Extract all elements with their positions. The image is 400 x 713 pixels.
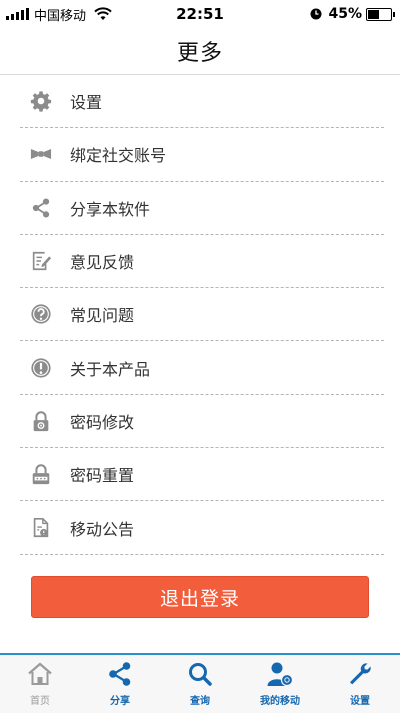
menu-item-settings[interactable]: 设置: [20, 75, 384, 129]
tab-share[interactable]: 分享: [80, 655, 160, 713]
logout-button[interactable]: 退出登录: [31, 576, 369, 618]
tab-my-mobile[interactable]: 我的移动: [240, 655, 320, 713]
user-icon: [267, 662, 293, 687]
tab-label-share: 分享: [110, 696, 130, 707]
menu-label-reset-password: 密码重置: [70, 466, 135, 486]
tab-bar: 首页 分享 查询 我的移动 设置: [0, 653, 400, 713]
home-icon: [28, 662, 52, 685]
share-icon: [109, 662, 131, 686]
wrench-icon: [350, 663, 371, 685]
menu-label-bind-social: 绑定社交账号: [70, 146, 167, 166]
clock-icon: [310, 8, 322, 20]
tab-home[interactable]: 首页: [0, 655, 80, 713]
announcement-doc-icon: [33, 517, 49, 537]
nav-bar: 更多: [0, 28, 400, 75]
tab-label-settings: 设置: [350, 696, 370, 707]
menu-label-share-app: 分享本软件: [70, 199, 151, 219]
question-circle-icon: [31, 304, 51, 324]
status-bar: 中国移动 22:51 45%: [0, 0, 400, 28]
menu-label-settings: 设置: [70, 93, 103, 113]
menu-item-bind-social[interactable]: 绑定社交账号: [20, 128, 384, 182]
search-icon: [189, 663, 212, 686]
wifi-icon: [94, 7, 112, 20]
tab-label-my-mobile: 我的移动: [260, 696, 300, 707]
menu-label-feedback: 意见反馈: [70, 253, 135, 273]
menu-item-announcement[interactable]: 移动公告: [20, 501, 384, 555]
bow-tie-icon: [30, 149, 52, 160]
exclamation-circle-icon: [31, 358, 51, 378]
battery-fill: [368, 9, 379, 19]
lock-dots-icon: [32, 464, 50, 485]
carrier-name: 中国移动: [34, 8, 87, 24]
menu-list: 设置 绑定社交账号 分享本软件 意见反馈 常见问题 关于本产品 密码修改 密码重…: [0, 75, 400, 555]
signal-icon: [6, 8, 29, 20]
gear-icon: [30, 91, 52, 112]
menu-item-reset-password[interactable]: 密码重置: [20, 448, 384, 502]
page-title: 更多: [176, 41, 223, 66]
status-right: 45%: [310, 6, 400, 22]
battery-percent: 45%: [328, 6, 362, 22]
menu-label-about: 关于本产品: [70, 359, 151, 379]
lock-gear-icon: [33, 411, 49, 432]
menu-item-share-app[interactable]: 分享本软件: [20, 182, 384, 235]
menu-item-change-password[interactable]: 密码修改: [20, 395, 384, 449]
menu-item-feedback[interactable]: 意见反馈: [20, 235, 384, 289]
battery-icon: [366, 7, 395, 21]
edit-note-icon: [32, 251, 52, 271]
tab-label-query: 查询: [190, 696, 210, 707]
menu-label-announcement: 移动公告: [70, 519, 135, 539]
menu-item-faq[interactable]: 常见问题: [20, 288, 384, 342]
menu-item-about[interactable]: 关于本产品: [20, 341, 384, 395]
share-icon: [32, 198, 50, 218]
tab-label-home: 首页: [30, 696, 50, 707]
menu-label-change-password: 密码修改: [70, 412, 135, 432]
tab-settings[interactable]: 设置: [320, 655, 400, 713]
status-left: 中国移动: [0, 5, 112, 24]
tab-query[interactable]: 查询: [160, 655, 240, 713]
menu-label-faq: 常见问题: [70, 306, 135, 326]
